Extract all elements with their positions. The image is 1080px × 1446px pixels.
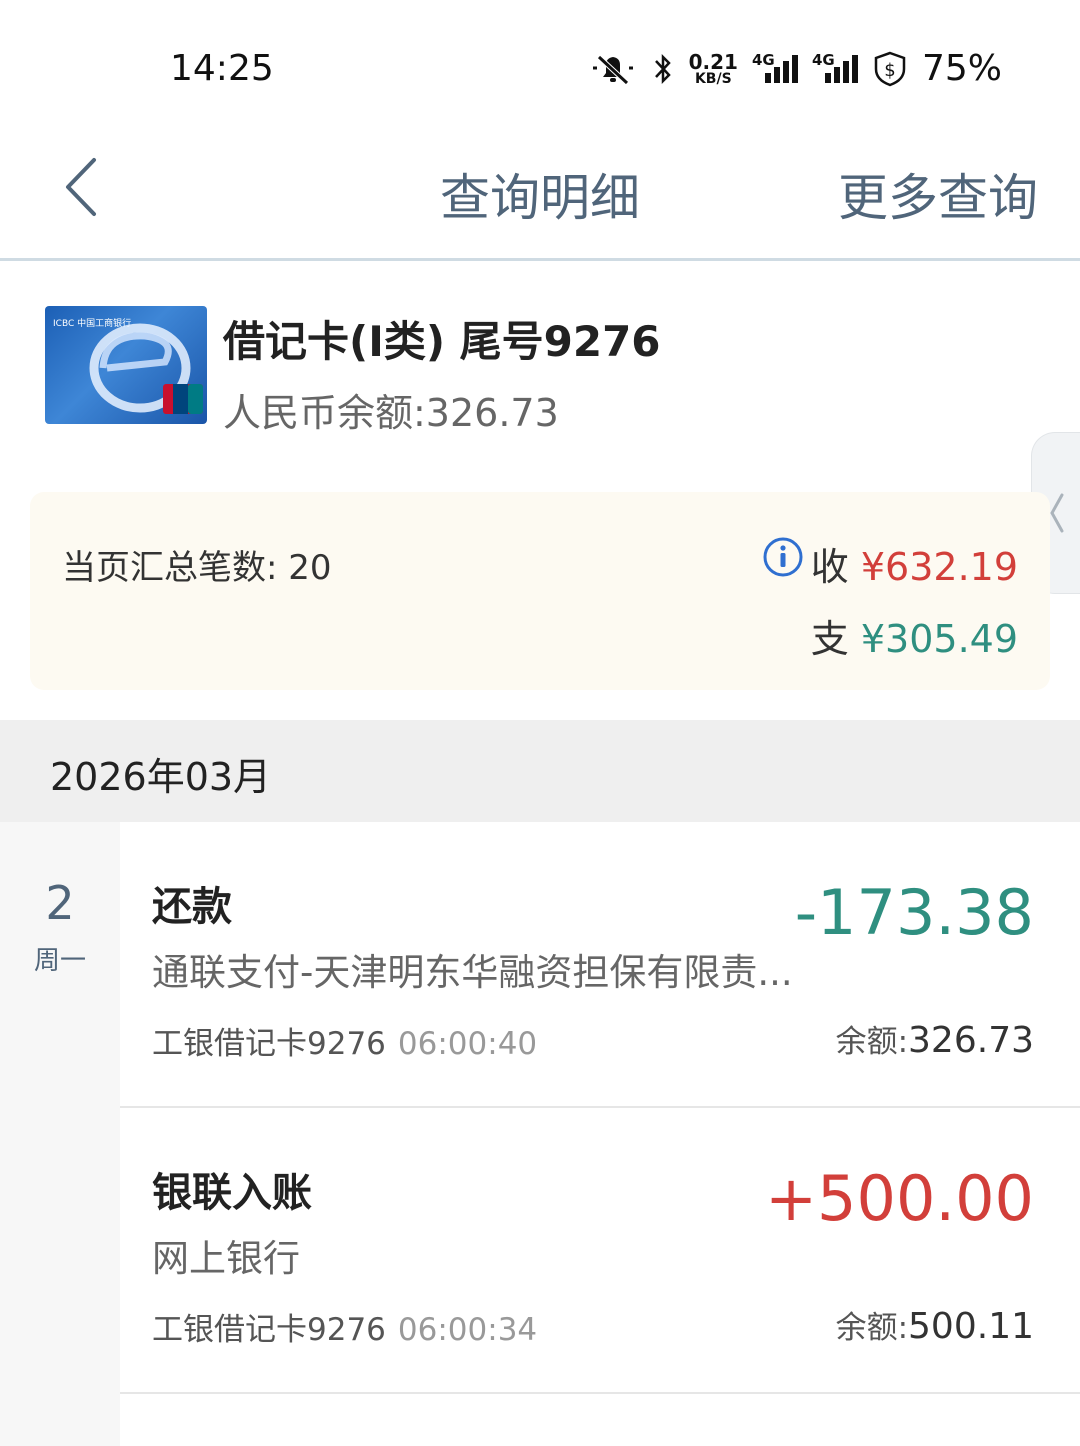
transaction-title: 还款 bbox=[152, 884, 232, 930]
summary-expense: 支 ¥305.49 bbox=[811, 608, 1018, 663]
balance-label: 余额: bbox=[835, 1310, 909, 1346]
summary-panel: 当页汇总笔数: 20 收 ¥632.19 支 ¥305.49 bbox=[30, 492, 1050, 690]
summary-income: 收 ¥632.19 bbox=[811, 536, 1018, 591]
signal-icon: 4G bbox=[752, 51, 798, 87]
net-speed-unit: KB/S bbox=[694, 70, 732, 87]
status-time: 14:25 bbox=[170, 48, 274, 89]
info-icon[interactable] bbox=[762, 536, 804, 578]
day-number: 2 bbox=[45, 876, 75, 930]
signal-icon: 4G bbox=[812, 51, 858, 87]
transaction-balance: 余额:500.11 bbox=[836, 1302, 1034, 1347]
transaction-desc: 通联支付-天津明东华融资担保有限责... bbox=[152, 951, 793, 994]
income-amount: ¥632.19 bbox=[860, 545, 1018, 589]
balance-value: 326.73 bbox=[908, 1020, 1034, 1061]
transaction-time: 06:00:34 bbox=[397, 1312, 538, 1348]
transaction-amount: -173.38 bbox=[794, 876, 1034, 949]
transaction-account: 工银借记卡9276 bbox=[152, 1312, 386, 1348]
transaction-account: 工银借记卡9276 bbox=[152, 1026, 386, 1062]
svg-text:$: $ bbox=[884, 60, 895, 81]
month-label: 2026年03月 bbox=[50, 755, 272, 799]
summary-count: 当页汇总笔数: 20 bbox=[62, 548, 332, 588]
nav-header: 查询明细 更多查询 bbox=[0, 130, 1080, 261]
net-speed-value: 0.21 bbox=[688, 49, 738, 74]
account-title: 借记卡(I类) 尾号9276 bbox=[223, 317, 661, 366]
income-label: 收 bbox=[810, 545, 849, 589]
bluetooth-icon bbox=[651, 51, 675, 87]
month-header: 2026年03月 bbox=[0, 720, 1080, 822]
more-query-button[interactable]: 更多查询 bbox=[838, 158, 1038, 230]
net-speed: 0.21 KB/S bbox=[689, 52, 738, 86]
transaction-item[interactable]: 银联入账 网上银行 工银借记卡9276 06:00:34 +500.00 余额:5… bbox=[120, 1108, 1080, 1394]
battery-level: 75% bbox=[921, 48, 1002, 89]
shield-dollar-icon: $ bbox=[872, 50, 908, 88]
bell-off-icon bbox=[589, 51, 637, 87]
status-bar: 14:25 0.21 KB/S 4G 4G $ 75% bbox=[0, 0, 1080, 130]
transaction-meta: 工银借记卡9276 06:00:34 bbox=[152, 1304, 537, 1349]
status-icons: 0.21 KB/S 4G 4G $ 75% bbox=[589, 48, 1002, 89]
transaction-meta: 工银借记卡9276 06:00:40 bbox=[152, 1018, 537, 1063]
transaction-title: 银联入账 bbox=[152, 1170, 312, 1216]
expense-label: 支 bbox=[810, 617, 849, 661]
bank-card-image: ICBC 中国工商银行 bbox=[45, 306, 207, 424]
account-balance: 人民币余额:326.73 bbox=[223, 391, 559, 435]
account-info[interactable]: ICBC 中国工商银行 借记卡(I类) 尾号9276 人民币余额:326.73 bbox=[45, 306, 1025, 435]
transaction-amount: +500.00 bbox=[765, 1162, 1034, 1235]
transaction-desc: 网上银行 bbox=[152, 1237, 300, 1280]
card-brand: ICBC 中国工商银行 bbox=[53, 317, 131, 329]
transaction-balance: 余额:326.73 bbox=[836, 1016, 1034, 1061]
transaction-time: 06:00:40 bbox=[397, 1026, 538, 1062]
balance-label: 余额: bbox=[835, 1024, 909, 1060]
transaction-item[interactable]: 还款 通联支付-天津明东华融资担保有限责... 工银借记卡9276 06:00:4… bbox=[120, 822, 1080, 1108]
balance-value: 500.11 bbox=[908, 1306, 1034, 1347]
weekday-label: 周一 bbox=[33, 946, 86, 976]
expense-amount: ¥305.49 bbox=[860, 617, 1018, 661]
date-column: 2 周一 bbox=[0, 822, 120, 1446]
